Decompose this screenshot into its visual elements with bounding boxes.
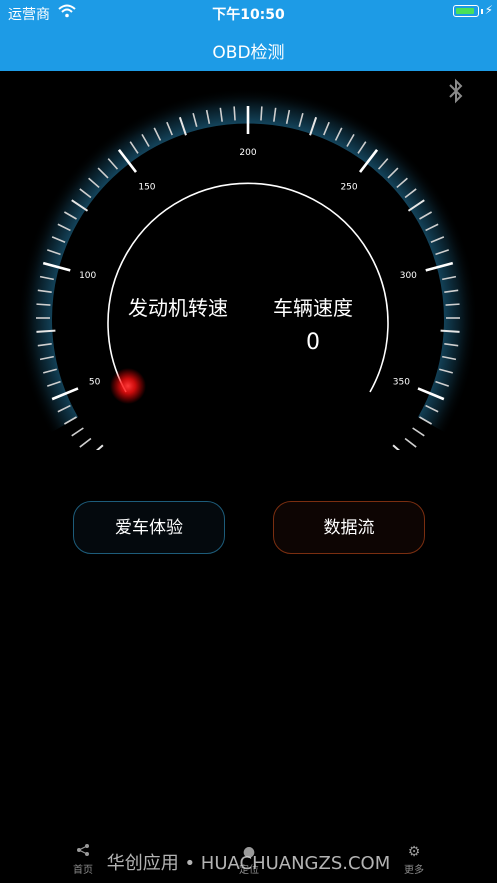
rpm-label: 发动机转速 bbox=[128, 296, 228, 320]
clock: 下午10:50 bbox=[212, 7, 285, 23]
speed-label: 车辆速度 bbox=[273, 296, 353, 320]
minor-tick bbox=[260, 106, 263, 121]
car-experience-button[interactable]: 爱车体验 bbox=[73, 501, 225, 554]
data-stream-button[interactable]: 数据流 bbox=[273, 501, 425, 554]
minor-tick bbox=[445, 303, 460, 306]
needle-indicator bbox=[110, 368, 146, 404]
minor-tick bbox=[412, 427, 425, 437]
tick-label: 200 bbox=[239, 148, 256, 158]
tick-label: 100 bbox=[79, 271, 96, 281]
tick-label: 150 bbox=[138, 182, 155, 192]
minor-tick bbox=[71, 427, 84, 437]
speed-gauge: 050100150200250300350400 bbox=[0, 90, 497, 450]
inner-arc bbox=[107, 182, 389, 393]
tick-label: 250 bbox=[340, 182, 357, 192]
minor-tick bbox=[233, 106, 236, 121]
tick-label: 50 bbox=[89, 378, 101, 388]
navigation-bar: OBD检测 bbox=[0, 26, 497, 71]
battery-icon bbox=[453, 5, 479, 17]
tick-label: 300 bbox=[400, 271, 417, 281]
minor-tick bbox=[404, 437, 417, 448]
tick-label: 350 bbox=[393, 378, 410, 388]
minor-tick bbox=[36, 303, 51, 306]
watermark-text: 华创应用 • HUACHUANGZS.COM bbox=[106, 853, 391, 874]
minor-tick bbox=[95, 444, 104, 450]
page-title: OBD检测 bbox=[212, 43, 285, 63]
battery-tip bbox=[481, 9, 483, 14]
minor-tick bbox=[392, 444, 401, 450]
charging-icon: ⚡ bbox=[484, 3, 493, 17]
minor-tick bbox=[36, 329, 56, 333]
minor-tick bbox=[440, 329, 460, 333]
speed-value: 0 bbox=[306, 330, 320, 355]
minor-tick bbox=[79, 437, 92, 448]
status-bar: 运营商 下午10:50 ⚡ bbox=[0, 0, 497, 26]
